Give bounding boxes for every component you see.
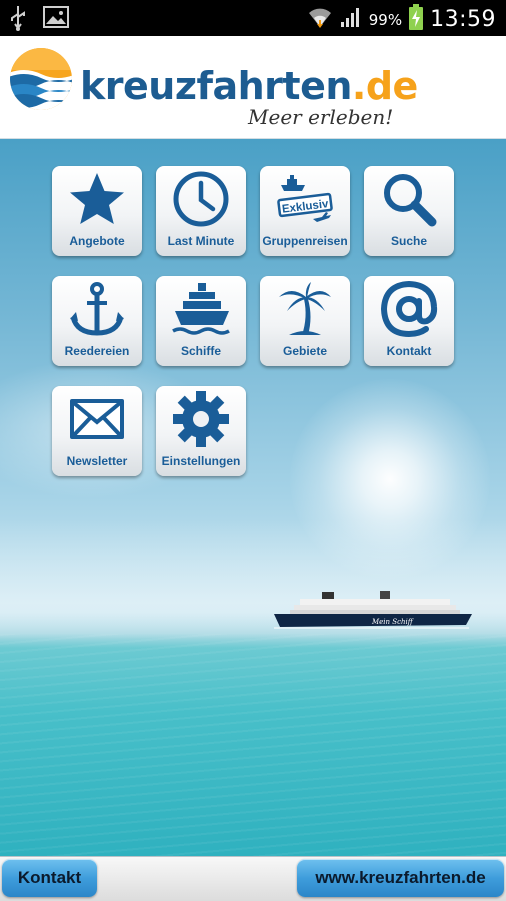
tile-label: Kontakt: [386, 344, 432, 358]
brand-logo-text: kreuzfahrten.de: [80, 64, 418, 108]
kontakt-button[interactable]: Kontakt: [2, 859, 97, 897]
wifi-icon: [307, 4, 333, 35]
clock-time: 13:59: [430, 7, 496, 32]
sun-glow: [290, 379, 490, 579]
logo-wave-icon: [8, 46, 74, 117]
tile-kontakt[interactable]: Kontakt: [364, 276, 454, 366]
group-travel-icon: Exklusiv: [277, 175, 333, 222]
status-bar: 99% 13:59: [0, 0, 506, 36]
clock-icon: [173, 171, 229, 227]
tile-label: Gruppenreisen: [262, 234, 348, 248]
palm-tree-icon: [279, 282, 331, 335]
tile-newsletter[interactable]: Newsletter: [52, 386, 142, 476]
tile-label: Reedereien: [64, 344, 130, 358]
at-sign-icon: [380, 280, 438, 338]
brand-tagline: Meer erleben!: [248, 105, 394, 129]
battery-percent: 99%: [368, 10, 403, 29]
tile-gebiete[interactable]: Gebiete: [260, 276, 350, 366]
image-notification-icon: [42, 4, 70, 37]
star-icon: [70, 173, 124, 224]
tile-einstellungen[interactable]: Einstellungen: [156, 386, 246, 476]
ship-icon: [172, 283, 230, 335]
tile-last-minute[interactable]: Last Minute: [156, 166, 246, 256]
tile-label: Angebote: [69, 234, 125, 248]
signal-icon: [339, 5, 363, 34]
usb-icon: [8, 4, 28, 37]
tile-label: Einstellungen: [161, 454, 241, 468]
anchor-icon: [70, 282, 124, 336]
tile-gruppenreisen[interactable]: Exklusiv Gruppenreisen: [260, 166, 350, 256]
ocean-background-image: Mein Schiff Angebote Last Minute Exklusi…: [0, 139, 506, 856]
tile-label: Suche: [390, 234, 427, 248]
tile-angebote[interactable]: Angebote: [52, 166, 142, 256]
tile-label: Gebiete: [282, 344, 327, 358]
water-surface: [0, 634, 506, 856]
svg-text:Mein Schiff: Mein Schiff: [371, 618, 414, 626]
tile-schiffe[interactable]: Schiffe: [156, 276, 246, 366]
tile-suche[interactable]: Suche: [364, 166, 454, 256]
tile-reedereien[interactable]: Reedereien: [52, 276, 142, 366]
battery-charging-icon: [408, 3, 424, 36]
brand-name: kreuzfahrten: [80, 64, 352, 108]
tile-label: Newsletter: [66, 454, 128, 468]
magnifier-icon: [384, 174, 437, 227]
bottom-toolbar: Kontakt www.kreuzfahrten.de: [0, 856, 506, 901]
cruise-ship-image: Mein Schiff: [272, 589, 477, 638]
website-link-button[interactable]: www.kreuzfahrten.de: [297, 859, 504, 897]
gear-icon: [173, 391, 229, 447]
tile-label: Last Minute: [167, 234, 235, 248]
app-header: kreuzfahrten.de Meer erleben!: [0, 36, 506, 139]
envelope-icon: [70, 399, 124, 439]
tile-label: Schiffe: [180, 344, 221, 358]
brand-tld: .de: [351, 64, 418, 108]
